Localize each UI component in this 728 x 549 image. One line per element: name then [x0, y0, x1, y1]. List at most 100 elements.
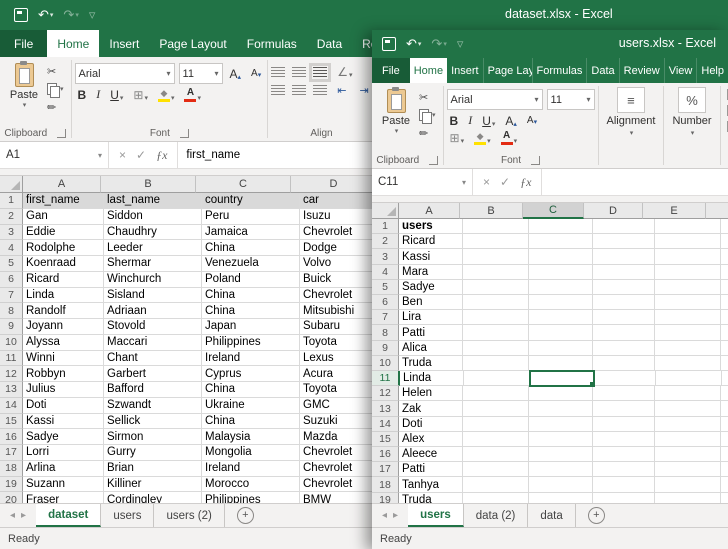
cell-b2[interactable]	[463, 234, 529, 249]
shrink-font-button[interactable]: A▾	[248, 68, 264, 79]
cell-d16[interactable]	[593, 447, 655, 462]
paste-button[interactable]: Paste ▾	[375, 86, 417, 135]
grow-font-button[interactable]: A▴	[227, 67, 245, 81]
cell-b5[interactable]	[463, 280, 529, 295]
copy-button[interactable]: ▾	[47, 82, 64, 96]
cell-a19[interactable]: Truda	[399, 493, 463, 503]
cell-c6[interactable]: Poland	[202, 272, 300, 288]
row-header-4[interactable]: 4	[0, 240, 23, 256]
cell-c8[interactable]: China	[202, 303, 300, 319]
font-dialog-launcher-icon[interactable]	[180, 129, 189, 138]
cell-c1[interactable]	[529, 219, 593, 234]
font-color-dropdown-icon[interactable]: ▾	[514, 137, 518, 145]
cell-b16[interactable]	[463, 447, 529, 462]
row-header-12[interactable]: 12	[0, 366, 23, 382]
enter-icon[interactable]: ✓	[500, 175, 510, 189]
row-header-14[interactable]: 14	[0, 398, 23, 414]
cell-b20[interactable]: Cordingley	[104, 492, 202, 503]
cell-e13[interactable]	[655, 401, 721, 416]
enter-icon[interactable]: ✓	[136, 148, 146, 162]
select-all-corner[interactable]	[0, 176, 23, 193]
fill-color-dropdown-icon[interactable]: ▾	[487, 137, 491, 145]
cell-b9[interactable]	[463, 341, 529, 356]
row-header-12[interactable]: 12	[372, 386, 399, 401]
row-header-15[interactable]: 15	[372, 432, 399, 447]
cell-a1[interactable]: first_name	[23, 193, 104, 209]
cell-e18[interactable]	[655, 477, 721, 492]
cell-b4[interactable]	[463, 265, 529, 280]
cell-b17[interactable]: Gurry	[104, 445, 202, 461]
cell-a12[interactable]: Robbyn	[23, 366, 104, 382]
shrink-font-button[interactable]: A▾	[524, 115, 540, 126]
row-header-18[interactable]: 18	[372, 477, 399, 492]
cell-a14[interactable]: Doti	[399, 417, 463, 432]
cell-c19[interactable]: Morocco	[202, 477, 300, 493]
cell-d5[interactable]	[593, 280, 655, 295]
cell-c4[interactable]: China	[202, 240, 300, 256]
align-bottom-icon[interactable]	[313, 67, 327, 78]
cell-e12[interactable]	[655, 386, 721, 401]
align-left-icon[interactable]	[271, 85, 285, 96]
cell-b12[interactable]: Garbert	[104, 366, 202, 382]
cell-c2[interactable]: Peru	[202, 209, 300, 225]
cell-a3[interactable]: Eddie	[23, 225, 104, 241]
left-tab-home[interactable]: Home	[47, 30, 99, 57]
name-box[interactable]: C11▾	[372, 169, 473, 195]
cell-e5[interactable]	[655, 280, 721, 295]
redo-dropdown-icon[interactable]: ▾	[443, 40, 447, 48]
cell-b19[interactable]	[463, 493, 529, 503]
cell-e15[interactable]	[655, 432, 721, 447]
cell-c19[interactable]	[529, 493, 593, 503]
left-sheet-tab-users-2[interactable]: users (2)	[154, 504, 224, 527]
cell-a10[interactable]: Truda	[399, 356, 463, 371]
cell-a8[interactable]: Patti	[399, 325, 463, 340]
cell-e7[interactable]	[655, 310, 721, 325]
right-tab-insert[interactable]: Insert	[447, 58, 483, 83]
fill-color-button[interactable]: ◆▾	[155, 88, 178, 102]
column-header-a[interactable]: A	[399, 203, 460, 219]
row-header-3[interactable]: 3	[0, 225, 23, 241]
cell-c7[interactable]: China	[202, 288, 300, 304]
cell-c3[interactable]	[529, 249, 593, 264]
right-sheet-tab-users[interactable]: users	[408, 504, 464, 527]
cell-c3[interactable]: Jamaica	[202, 225, 300, 241]
cell-a18[interactable]: Arlina	[23, 461, 104, 477]
cell-d1[interactable]	[593, 219, 655, 234]
cell-e19[interactable]	[655, 493, 721, 503]
add-sheet-button[interactable]: +	[237, 507, 254, 524]
right-tab-view[interactable]: View	[664, 58, 697, 83]
row-header-8[interactable]: 8	[0, 303, 23, 319]
cell-b10[interactable]: Maccari	[104, 335, 202, 351]
font-color-dropdown-icon[interactable]: ▾	[197, 94, 201, 102]
cell-e2[interactable]	[655, 234, 721, 249]
cell-c14[interactable]	[529, 417, 593, 432]
format-painter-button[interactable]: ✏	[47, 100, 64, 114]
right-tab-help[interactable]: Help	[696, 58, 728, 83]
font-size-combo[interactable]: 11▾	[547, 89, 595, 110]
cell-b18[interactable]	[463, 477, 529, 492]
cell-b19[interactable]: Killiner	[104, 477, 202, 493]
cell-a5[interactable]: Koenraad	[23, 256, 104, 272]
cell-b1[interactable]: last_name	[104, 193, 202, 209]
paste-button[interactable]: Paste ▾	[3, 60, 45, 109]
cell-c11[interactable]: Ireland	[202, 351, 300, 367]
italic-button[interactable]: I	[465, 113, 475, 128]
cell-c7[interactable]	[529, 310, 593, 325]
right-tab-home[interactable]: Home	[410, 58, 447, 83]
font-name-combo[interactable]: Arial▾	[75, 63, 175, 84]
orientation-button[interactable]: ∠▾	[334, 65, 355, 79]
right-tab-page-layout[interactable]: Page Layout	[483, 58, 532, 83]
right-sheet-tab-data-2[interactable]: data (2)	[464, 504, 529, 527]
next-sheet-icon[interactable]: ▸	[21, 510, 26, 521]
cancel-icon[interactable]: ×	[119, 148, 126, 162]
prev-sheet-icon[interactable]: ◂	[382, 510, 387, 521]
cell-d10[interactable]	[593, 356, 655, 371]
cell-b13[interactable]	[463, 401, 529, 416]
number-menu-button[interactable]: % Number ▾	[664, 83, 719, 168]
cell-c9[interactable]	[529, 341, 593, 356]
row-header-1[interactable]: 1	[372, 219, 399, 234]
cell-c2[interactable]	[529, 234, 593, 249]
font-dialog-launcher-icon[interactable]	[531, 156, 540, 165]
cell-a16[interactable]: Sadye	[23, 429, 104, 445]
left-tab-data[interactable]: Data	[307, 30, 352, 57]
